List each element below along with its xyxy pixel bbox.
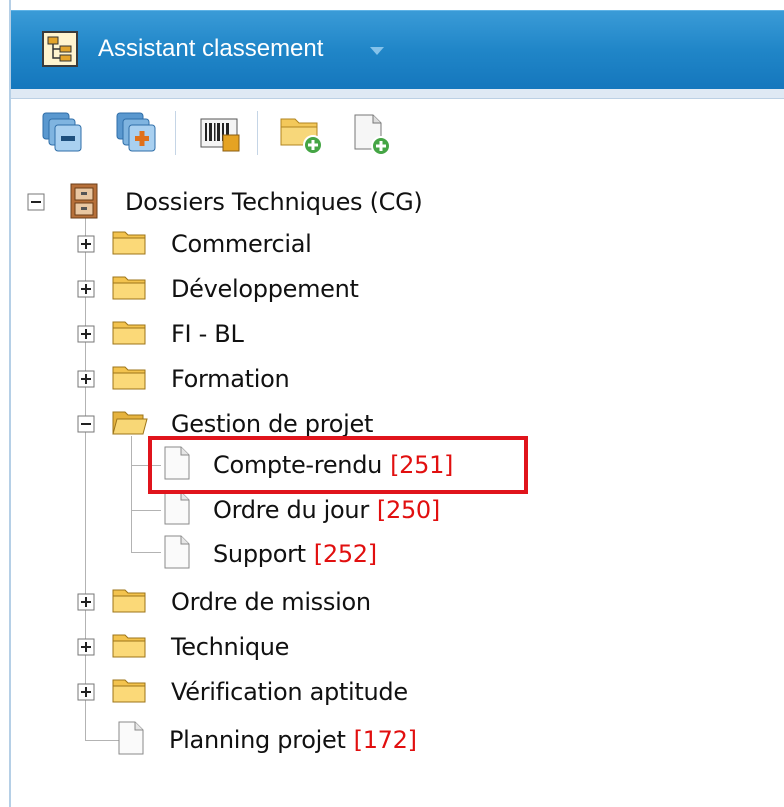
tree-document-item[interactable]: Planning projet [172] bbox=[115, 720, 417, 760]
tree-connector bbox=[131, 510, 161, 511]
tree-item-label: Technique bbox=[171, 633, 290, 661]
expand-toggle-icon[interactable] bbox=[77, 370, 95, 388]
document-count-badge: [252] bbox=[313, 540, 377, 568]
panel-header[interactable]: Assistant classement bbox=[11, 10, 784, 89]
add-document-button[interactable] bbox=[347, 109, 395, 157]
expand-all-icon bbox=[116, 112, 156, 152]
folder-icon bbox=[111, 584, 149, 620]
tree-item-label: Gestion de projet bbox=[171, 410, 374, 438]
expand-toggle-icon[interactable] bbox=[77, 683, 95, 701]
folder-open-icon bbox=[111, 406, 149, 442]
collapse-toggle-icon[interactable] bbox=[27, 193, 45, 211]
document-count-badge: [251] bbox=[390, 451, 454, 479]
collapse-all-button[interactable] bbox=[39, 109, 87, 157]
folder-icon bbox=[111, 271, 149, 307]
toolbar bbox=[11, 99, 784, 165]
folder-tree: Dossiers Techniques (CG) Commercial Dével… bbox=[11, 168, 784, 807]
folder-icon bbox=[111, 226, 149, 262]
cabinet-icon bbox=[67, 182, 107, 222]
expand-toggle-icon[interactable] bbox=[77, 280, 95, 298]
expand-toggle-icon[interactable] bbox=[77, 235, 95, 253]
tree-connector bbox=[131, 436, 132, 552]
tree-item-label: Commercial bbox=[171, 230, 312, 258]
tree-item-label: Support bbox=[213, 540, 306, 568]
document-count-badge: [250] bbox=[376, 496, 440, 524]
tree-root-dossiers-techniques[interactable]: Dossiers Techniques (CG) bbox=[67, 182, 423, 222]
add-folder-button[interactable] bbox=[277, 109, 325, 157]
folder-icon bbox=[111, 629, 149, 665]
tree-document-item[interactable]: Ordre du jour [250] bbox=[161, 490, 440, 530]
collapse-toggle-icon[interactable] bbox=[77, 415, 95, 433]
folder-icon bbox=[111, 674, 149, 710]
expand-all-button[interactable] bbox=[113, 109, 161, 157]
tree-folder-item[interactable]: Vérification aptitude bbox=[111, 672, 408, 712]
toolbar-divider bbox=[175, 111, 176, 155]
tree-item-label: Ordre du jour bbox=[213, 496, 369, 524]
tree-item-label: Dossiers Techniques (CG) bbox=[125, 188, 423, 216]
tree-item-label: Vérification aptitude bbox=[171, 678, 408, 706]
tree-folder-item[interactable]: Gestion de projet bbox=[111, 404, 373, 444]
tree-document-item[interactable]: Compte-rendu [251] bbox=[161, 445, 453, 485]
folder-add-icon bbox=[280, 118, 323, 155]
document-icon bbox=[115, 720, 149, 760]
tree-item-label: Compte-rendu bbox=[213, 451, 383, 479]
toolbar-separator-strip bbox=[11, 89, 784, 99]
toolbar-divider bbox=[257, 111, 258, 155]
tree-folder-item[interactable]: Développement bbox=[111, 269, 359, 309]
tree-item-label: FI - BL bbox=[171, 320, 244, 348]
expand-toggle-icon[interactable] bbox=[77, 325, 95, 343]
barcode-button[interactable] bbox=[197, 109, 245, 157]
tree-connector bbox=[131, 552, 161, 553]
barcode-icon bbox=[200, 118, 240, 152]
window-left-border bbox=[0, 0, 11, 807]
tree-document-item[interactable]: Support [252] bbox=[161, 534, 377, 574]
folder-icon bbox=[111, 316, 149, 352]
expand-toggle-icon[interactable] bbox=[77, 638, 95, 656]
caret-down-icon[interactable] bbox=[370, 47, 384, 55]
tree-item-label: Ordre de mission bbox=[171, 588, 371, 616]
tree-item-label: Formation bbox=[171, 365, 290, 393]
document-icon bbox=[161, 445, 195, 485]
document-add-icon bbox=[354, 114, 391, 156]
document-icon bbox=[161, 534, 195, 574]
tree-connector bbox=[131, 465, 161, 466]
document-icon bbox=[161, 490, 195, 530]
tree-item-label: Planning projet bbox=[169, 726, 346, 754]
tree-folder-item[interactable]: Commercial bbox=[111, 224, 312, 264]
folder-icon bbox=[111, 361, 149, 397]
tree-folder-item[interactable]: FI - BL bbox=[111, 314, 244, 354]
tree-structure-icon bbox=[42, 31, 78, 67]
collapse-all-icon bbox=[42, 112, 82, 152]
panel-title: Assistant classement bbox=[98, 35, 324, 62]
document-count-badge: [172] bbox=[353, 726, 417, 754]
tree-folder-item[interactable]: Technique bbox=[111, 627, 289, 667]
tree-folder-item[interactable]: Ordre de mission bbox=[111, 582, 371, 622]
tree-connector bbox=[85, 218, 86, 590]
tree-folder-item[interactable]: Formation bbox=[111, 359, 290, 399]
tree-item-label: Développement bbox=[171, 275, 359, 303]
expand-toggle-icon[interactable] bbox=[77, 593, 95, 611]
